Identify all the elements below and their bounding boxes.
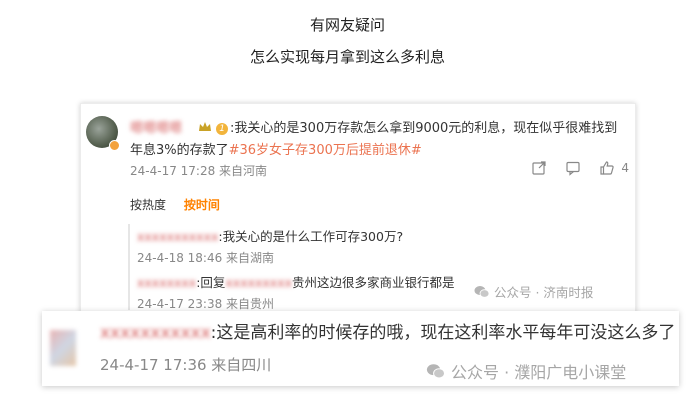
level-badge: 1: [216, 123, 229, 135]
watermark-puyang-text: 公众号 · 濮阳广电小课堂: [451, 363, 627, 382]
comment-meta: 24-4-17 17:28 来自河南: [130, 164, 268, 178]
overlay-comment-text: :这是高利率的时候存的哦，现在这利率水平每年可没这么多了: [210, 323, 676, 343]
watermark-jinan-text: 公众号 · 济南时报: [494, 285, 594, 300]
reply-2-user[interactable]: xxxxxxxx: [137, 275, 196, 290]
comment-username[interactable]: 嗯嗯嗯嗯: [130, 118, 182, 140]
reply-1-text: :我关心的是什么工作可存300万?: [218, 229, 404, 244]
header-line-1: 有网友疑问: [309, 16, 385, 34]
share-icon[interactable]: [531, 160, 547, 176]
header-line-2: 怎么实现每月拿到这么多利息: [249, 48, 445, 66]
like-count: 4: [621, 161, 629, 175]
sort-tabs: 按热度 按时间: [130, 196, 220, 213]
like-button[interactable]: 4: [599, 160, 629, 176]
comment-body: 嗯嗯嗯嗯 1:我关心的是300万存款怎么拿到9000元的利息，现在似乎很难找到年…: [130, 118, 625, 162]
wechat-icon: [426, 363, 445, 378]
verified-badge-icon: [109, 140, 120, 151]
comment-actions: 4: [531, 160, 629, 176]
reply-2-reply-to[interactable]: xxxxxxxxx: [225, 275, 292, 290]
sort-by-time[interactable]: 按时间: [184, 198, 220, 212]
comment-icon[interactable]: [565, 160, 581, 176]
wechat-icon: [474, 285, 490, 298]
reply-2-text: 贵州这边很多家商业银行都是: [291, 275, 455, 290]
reply-1-meta: 24-4-18 18:46 来自湖南: [137, 251, 275, 265]
reply-2-meta: 24-4-17 23:38 来自贵州: [137, 297, 275, 311]
thumbs-up-icon: [600, 161, 615, 175]
crown-icon: [199, 122, 212, 131]
reply-2: xxxxxxxx:回复xxxxxxxxx贵州这边很多家商业银行都是: [137, 272, 455, 291]
reply-1-user[interactable]: xxxxxxxxxxx: [137, 229, 218, 244]
overlay-username[interactable]: xxxxxxxxxxx: [100, 323, 211, 343]
overlay-comment: xxxxxxxxxxx:这是高利率的时候存的哦，现在这利率水平每年可没这么多了: [100, 318, 675, 343]
overlay-meta: 24-4-17 17:36 来自四川: [100, 356, 272, 374]
reply-divider: [128, 224, 130, 310]
reply-1: xxxxxxxxxxx:我关心的是什么工作可存300万?: [137, 226, 403, 245]
sort-by-hot[interactable]: 按热度: [130, 198, 166, 212]
hashtag-link[interactable]: #36岁女子存300万后提前退休#: [229, 143, 422, 158]
watermark-jinan: 公众号 · 济南时报: [474, 282, 593, 301]
reply-2-prefix: :回复: [196, 275, 226, 290]
overlay-avatar[interactable]: [50, 330, 76, 366]
watermark-puyang: 公众号 · 濮阳广电小课堂: [426, 359, 626, 383]
